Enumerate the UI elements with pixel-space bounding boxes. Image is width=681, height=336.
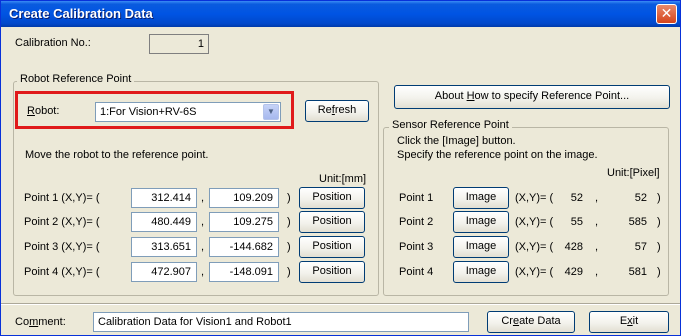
sensor-point-1-x: 52 xyxy=(570,192,583,204)
close-paren: ) xyxy=(657,266,661,278)
robot-point-1-label: Point 1 (X,Y)= ( xyxy=(24,192,100,204)
robot-reference-group-label: Robot Reference Point xyxy=(17,73,135,85)
separator: , xyxy=(595,241,599,253)
close-paren: ) xyxy=(287,241,291,253)
title-bar[interactable]: Create Calibration Data ✕ xyxy=(1,1,680,27)
sensor-instruction-line2: Specify the reference point on the image… xyxy=(397,149,598,161)
comma: , xyxy=(201,192,205,204)
robot-unit-label: Unit:[mm] xyxy=(319,173,367,185)
robot-point-1-position-button[interactable]: Position xyxy=(299,187,365,209)
separator: , xyxy=(595,192,599,204)
comment-label: Comment: xyxy=(15,316,66,328)
footer-separator xyxy=(1,303,680,305)
robot-point-3-label: Point 3 (X,Y)= ( xyxy=(24,241,100,253)
robot-point-3-y[interactable]: -144.682 xyxy=(209,237,279,257)
sensor-point-2-y: 585 xyxy=(628,216,647,228)
robot-point-3-x[interactable]: 313.651 xyxy=(131,237,197,257)
comma: , xyxy=(201,241,205,253)
close-paren: ) xyxy=(287,266,291,278)
sensor-point-4-image-button[interactable]: Image xyxy=(453,261,509,283)
sensor-point-3-y: 57 xyxy=(634,241,647,253)
sensor-point-1-label: Point 1 xyxy=(399,192,434,204)
robot-point-4-x[interactable]: 472.907 xyxy=(131,262,197,282)
sensor-point-3-label: Point 3 xyxy=(399,241,434,253)
calibration-no-field: 1 xyxy=(149,34,209,54)
close-paren: ) xyxy=(287,216,291,228)
sensor-point-3-prefix: (X,Y)= ( xyxy=(515,241,554,253)
sensor-point-2-label: Point 2 xyxy=(399,216,434,228)
sensor-point-4-prefix: (X,Y)= ( xyxy=(515,266,554,278)
about-reference-point-button[interactable]: About How to specify Reference Point... xyxy=(394,85,670,109)
sensor-point-2-x: 55 xyxy=(570,216,583,228)
sensor-point-3-image-button[interactable]: Image xyxy=(453,236,509,258)
sensor-point-4-y: 581 xyxy=(628,266,647,278)
calibration-dialog: Create Calibration Data ✕ Calibration No… xyxy=(0,0,681,336)
close-paren: ) xyxy=(287,192,291,204)
separator: , xyxy=(595,216,599,228)
robot-point-2-x[interactable]: 480.449 xyxy=(131,212,197,232)
robot-point-1-y[interactable]: 109.209 xyxy=(209,188,279,208)
comma: , xyxy=(201,266,205,278)
comment-input[interactable]: Calibration Data for Vision1 and Robot1 xyxy=(93,312,469,332)
close-paren: ) xyxy=(657,192,661,204)
robot-point-3-position-button[interactable]: Position xyxy=(299,236,365,258)
refresh-button[interactable]: Refresh xyxy=(305,100,369,122)
close-paren: ) xyxy=(657,216,661,228)
robot-point-4-label: Point 4 (X,Y)= ( xyxy=(24,266,100,278)
sensor-point-2-prefix: (X,Y)= ( xyxy=(515,216,554,228)
robot-point-2-label: Point 2 (X,Y)= ( xyxy=(24,216,100,228)
window-title: Create Calibration Data xyxy=(9,6,153,21)
close-paren: ) xyxy=(657,241,661,253)
robot-point-4-y[interactable]: -148.091 xyxy=(209,262,279,282)
sensor-point-3-x: 428 xyxy=(564,241,583,253)
robot-point-1-x[interactable]: 312.414 xyxy=(131,188,197,208)
robot-instruction: Move the robot to the reference point. xyxy=(25,149,209,161)
robot-point-4-position-button[interactable]: Position xyxy=(299,261,365,283)
sensor-point-1-y: 52 xyxy=(634,192,647,204)
sensor-instruction-line1: Click the [Image] button. xyxy=(397,135,516,147)
separator: , xyxy=(595,266,599,278)
sensor-unit-label: Unit:[Pixel] xyxy=(607,167,660,179)
create-data-button[interactable]: Create Data xyxy=(487,311,575,333)
close-icon[interactable]: ✕ xyxy=(656,4,677,24)
sensor-point-1-prefix: (X,Y)= ( xyxy=(515,192,554,204)
exit-button[interactable]: Exit xyxy=(589,311,669,333)
robot-point-2-y[interactable]: 109.275 xyxy=(209,212,279,232)
sensor-reference-group-label: Sensor Reference Point xyxy=(389,119,512,131)
robot-point-2-position-button[interactable]: Position xyxy=(299,211,365,233)
sensor-point-4-label: Point 4 xyxy=(399,266,434,278)
sensor-point-1-image-button[interactable]: Image xyxy=(453,187,509,209)
robot-select-highlight xyxy=(15,91,294,129)
sensor-point-2-image-button[interactable]: Image xyxy=(453,211,509,233)
calibration-no-label: Calibration No.: xyxy=(15,37,91,49)
sensor-point-4-x: 429 xyxy=(564,266,583,278)
comma: , xyxy=(201,216,205,228)
